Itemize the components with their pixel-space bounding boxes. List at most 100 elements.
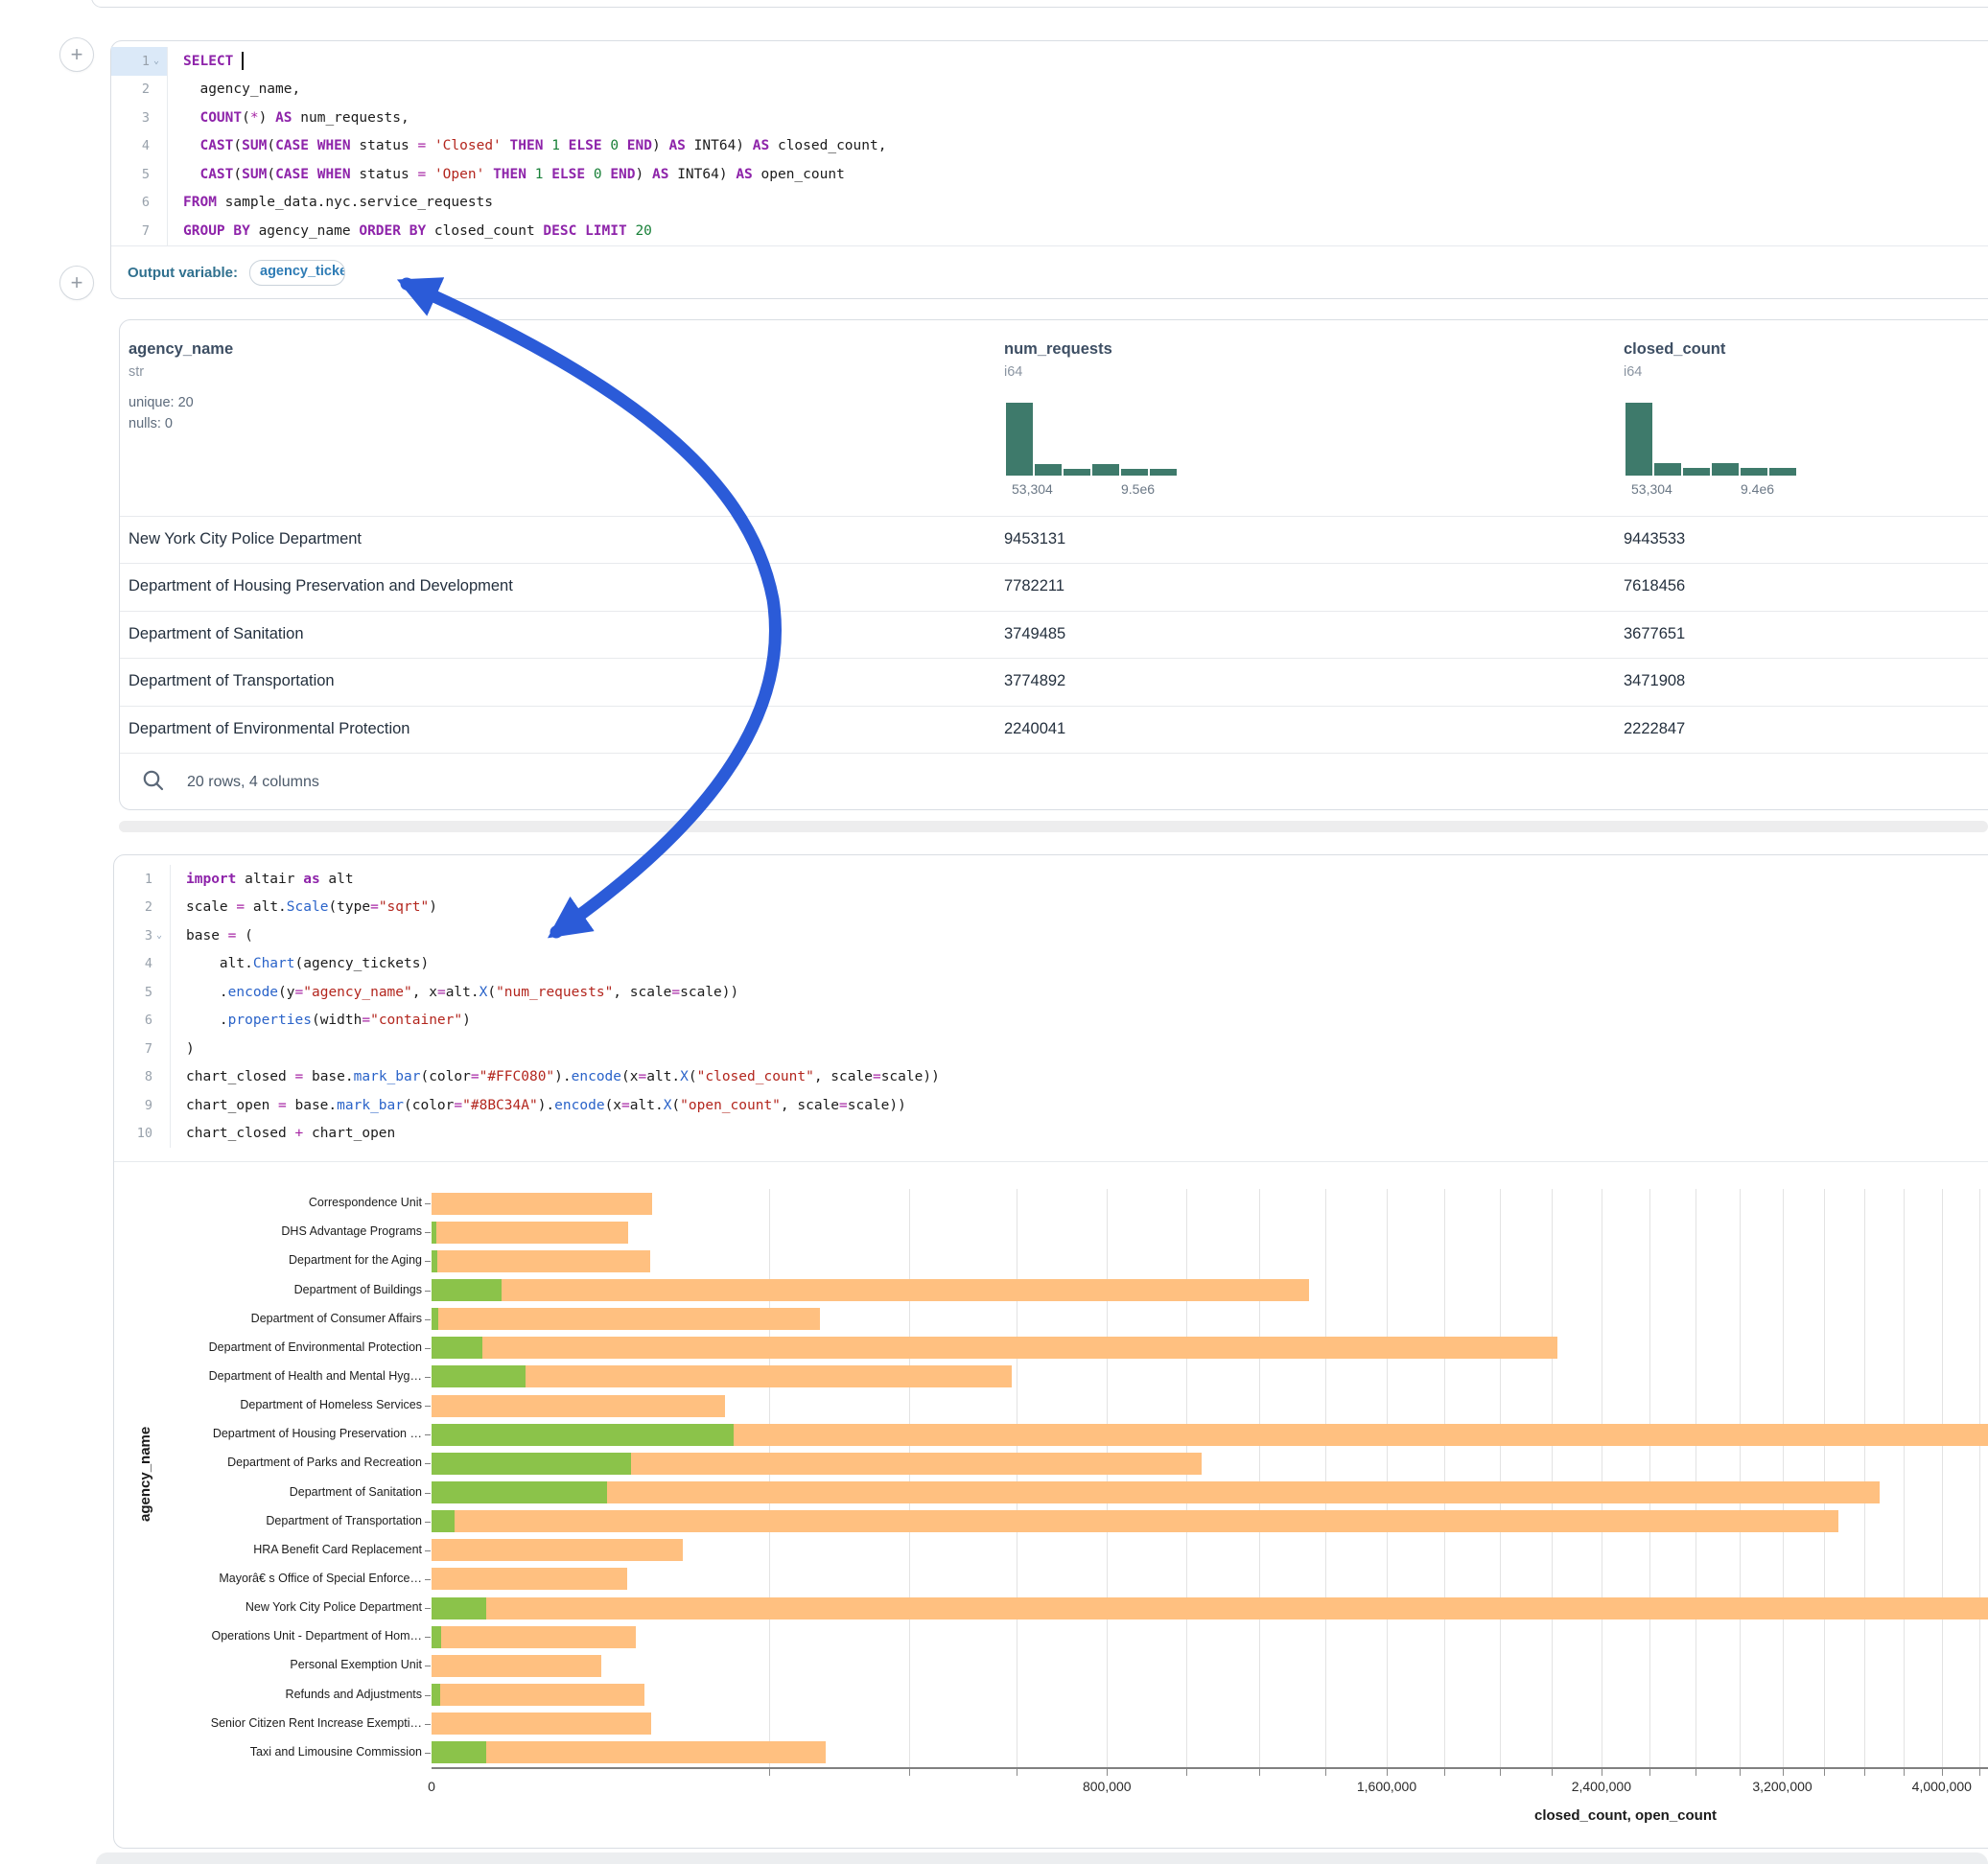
- chart-x-tick: [1979, 1769, 1980, 1776]
- chart-x-tick: [1824, 1769, 1825, 1776]
- chart-bar-closed_count: [432, 1481, 1880, 1503]
- chart-gridline: [1649, 1189, 1650, 1767]
- chart-bar-open_count: [432, 1684, 440, 1706]
- chart-bar-open_count: [432, 1626, 441, 1648]
- chart-x-tick: [1387, 1769, 1388, 1776]
- chart-gridline: [1500, 1189, 1501, 1767]
- chart-y-tick: [425, 1319, 431, 1320]
- chart-gridline: [1904, 1189, 1905, 1767]
- chart-y-label: Mayorâ€ s Office of Special Enforce…: [153, 1572, 422, 1585]
- chart-bar-closed_count: [432, 1395, 725, 1417]
- notebook-page: + + 1⌄SELECT 2 agency_name,3 COUNT(*) AS…: [0, 0, 1988, 1864]
- chart-x-tick-label: 0: [428, 1779, 435, 1794]
- chart-y-label: Department of Sanitation: [153, 1485, 422, 1499]
- chart-gridline: [1824, 1189, 1825, 1767]
- chart-y-tick: [425, 1608, 431, 1609]
- chart-y-tick: [425, 1434, 431, 1435]
- chart-bar-closed_count: [432, 1684, 644, 1706]
- chart-y-tick: [425, 1291, 431, 1292]
- chart-y-tick: [425, 1724, 431, 1725]
- chart-x-tick: [1444, 1769, 1445, 1776]
- chart-x-axis-line: [432, 1767, 1988, 1769]
- chart-x-tick: [1904, 1769, 1905, 1776]
- chart-y-tick: [425, 1348, 431, 1349]
- chart-bar-closed_count: [432, 1713, 651, 1735]
- chart-x-tick-label: 800,000: [1083, 1779, 1132, 1794]
- chart-y-label: Department for the Aging: [153, 1253, 422, 1267]
- chart-gridline: [1325, 1189, 1326, 1767]
- chart-bar-closed_count: [432, 1597, 1988, 1619]
- chart-x-tick-label: 2,400,000: [1572, 1779, 1631, 1794]
- chart-bar-open_count: [432, 1424, 734, 1446]
- chart-gridline: [1740, 1189, 1741, 1767]
- chart-x-tick: [1864, 1769, 1865, 1776]
- chart: closed_count, open_count agency_name 0 80…: [0, 0, 1988, 1864]
- chart-x-tick: [1942, 1769, 1943, 1776]
- chart-y-label: Personal Exemption Unit: [153, 1658, 422, 1671]
- chart-gridline: [1783, 1189, 1784, 1767]
- chart-y-label: Department of Parks and Recreation: [153, 1456, 422, 1469]
- chart-x-axis-title: closed_count, open_count: [1534, 1807, 1717, 1824]
- chart-x-tick: [1500, 1769, 1501, 1776]
- chart-x-tick: [1186, 1769, 1187, 1776]
- chart-bar-closed_count: [432, 1337, 1557, 1359]
- chart-y-label: DHS Advantage Programs: [153, 1224, 422, 1238]
- chart-gridline: [1186, 1189, 1187, 1767]
- chart-x-tick: [1107, 1769, 1108, 1776]
- chart-y-axis-title: agency_name: [137, 1426, 153, 1521]
- chart-bar-closed_count: [432, 1510, 1838, 1532]
- chart-bar-closed_count: [432, 1250, 650, 1272]
- chart-y-tick: [425, 1550, 431, 1551]
- chart-bar-open_count: [432, 1308, 438, 1330]
- chart-bar-closed_count: [432, 1626, 636, 1648]
- chart-y-label: Correspondence Unit: [153, 1196, 422, 1209]
- chart-bar-closed_count: [432, 1222, 628, 1244]
- chart-y-tick: [425, 1493, 431, 1494]
- chart-x-tick: [769, 1769, 770, 1776]
- chart-gridline: [1107, 1189, 1108, 1767]
- chart-gridline: [1444, 1189, 1445, 1767]
- chart-x-tick: [1259, 1769, 1260, 1776]
- chart-y-tick: [425, 1203, 431, 1204]
- chart-gridline: [1387, 1189, 1388, 1767]
- chart-bar-open_count: [432, 1597, 486, 1619]
- chart-y-label: Operations Unit - Department of Hom…: [153, 1629, 422, 1643]
- chart-x-tick: [1740, 1769, 1741, 1776]
- chart-y-label: Department of Housing Preservation …: [153, 1427, 422, 1440]
- chart-bar-open_count: [432, 1510, 455, 1532]
- chart-y-label: Department of Health and Mental Hyg…: [153, 1369, 422, 1383]
- chart-bar-open_count: [432, 1453, 631, 1475]
- chart-bar-closed_count: [432, 1741, 826, 1763]
- chart-y-label: Department of Buildings: [153, 1283, 422, 1296]
- chart-gridline: [1552, 1189, 1553, 1767]
- chart-gridline: [1259, 1189, 1260, 1767]
- chart-y-label: Department of Homeless Services: [153, 1398, 422, 1411]
- chart-y-tick: [425, 1695, 431, 1696]
- chart-bar-open_count: [432, 1365, 526, 1387]
- chart-y-label: Department of Consumer Affairs: [153, 1312, 422, 1325]
- chart-x-tick-label: 3,200,000: [1752, 1779, 1812, 1794]
- chart-x-tick: [1783, 1769, 1784, 1776]
- chart-y-label: Senior Citizen Rent Increase Exempti…: [153, 1716, 422, 1730]
- chart-x-tick: [1649, 1769, 1650, 1776]
- chart-x-tick: [1325, 1769, 1326, 1776]
- chart-y-tick: [425, 1753, 431, 1754]
- chart-y-tick: [425, 1579, 431, 1580]
- chart-x-tick-label: 1,600,000: [1357, 1779, 1416, 1794]
- chart-bar-open_count: [432, 1279, 502, 1301]
- chart-y-tick: [425, 1377, 431, 1378]
- chart-y-tick: [425, 1261, 431, 1262]
- chart-bar-open_count: [432, 1481, 607, 1503]
- chart-bar-closed_count: [432, 1568, 627, 1590]
- chart-gridline: [1864, 1189, 1865, 1767]
- chart-y-tick: [425, 1232, 431, 1233]
- chart-x-tick-label: 4,000,000: [1912, 1779, 1972, 1794]
- chart-y-label: Refunds and Adjustments: [153, 1688, 422, 1701]
- chart-bar-closed_count: [432, 1655, 601, 1677]
- chart-bar-closed_count: [432, 1193, 652, 1215]
- chart-y-tick: [425, 1637, 431, 1638]
- chart-bar-open_count: [432, 1741, 486, 1763]
- chart-y-label: Department of Transportation: [153, 1514, 422, 1527]
- chart-y-label: HRA Benefit Card Replacement: [153, 1543, 422, 1556]
- chart-y-label: Taxi and Limousine Commission: [153, 1745, 422, 1759]
